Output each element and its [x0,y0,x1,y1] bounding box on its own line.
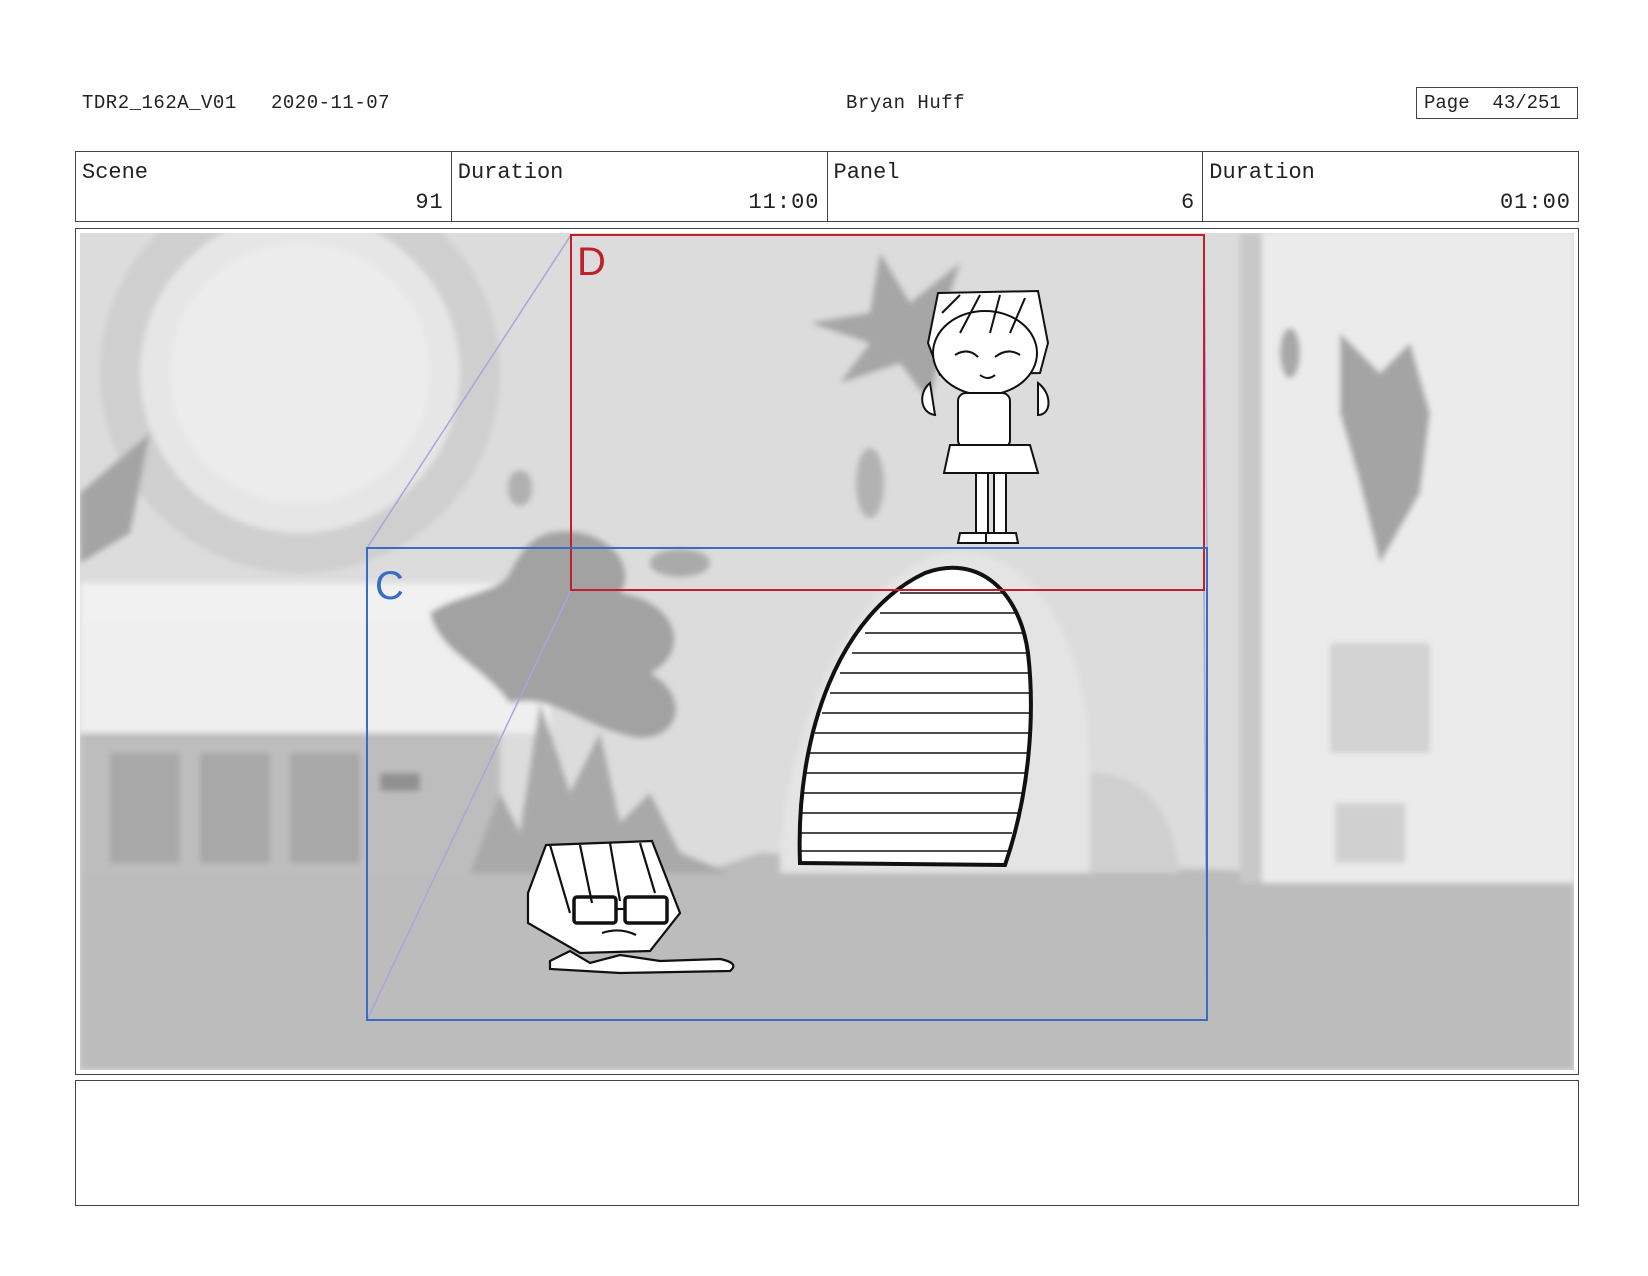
document-id: TDR2_162A_V01 [82,92,237,114]
scene-number: 91 [415,190,444,215]
panel-cell: Panel 6 [828,152,1204,221]
panel-notes-box [75,1080,1579,1206]
panel-duration-value: 01:00 [1499,190,1571,215]
panel-label: Panel [833,160,900,185]
panel-number: 6 [1181,190,1196,215]
frame-c-label: C [375,564,404,608]
panel-artwork: D C [80,233,1574,1070]
document-date: 2020-11-07 [271,92,391,114]
panel-duration-cell: Duration 01:00 [1203,152,1578,221]
frame-d-label: D [577,240,606,284]
page-label: Page [1424,92,1470,114]
scene-duration-cell: Duration 11:00 [452,152,828,221]
scene-label: Scene [82,160,149,185]
scene-cell: Scene 91 [76,152,452,221]
scene-duration-label: Duration [457,160,564,185]
author-name: Bryan Huff [846,92,966,114]
scene-duration-value: 11:00 [748,190,820,215]
shot-info-table: Scene 91 Duration 11:00 Panel 6 Duration… [75,151,1579,222]
panel-duration-label: Duration [1209,160,1315,185]
storyboard-panel: D C [75,228,1579,1075]
page-indicator: Page 43/251 [1416,87,1578,119]
page-number: 43/251 [1492,92,1561,114]
